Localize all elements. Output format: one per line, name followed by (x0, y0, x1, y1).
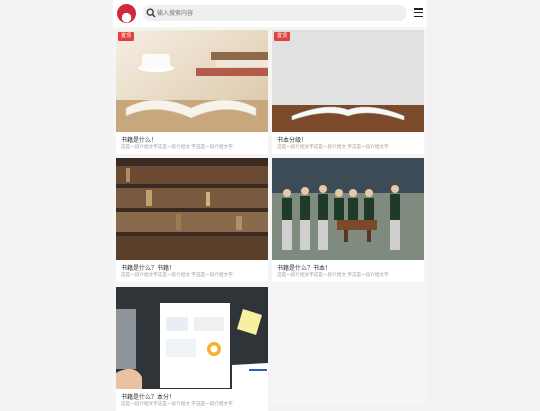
top-bar (113, 0, 427, 27)
article-title: 书籍是什么？本分！ (121, 394, 176, 401)
menu-icon[interactable] (414, 8, 423, 18)
pinned-badge: 置顶 (274, 32, 291, 41)
article-title: 书籍是什么？书本！ (277, 265, 332, 272)
search-bar[interactable] (143, 5, 407, 21)
article-image (116, 287, 268, 389)
pinned-badge: 置顶 (118, 32, 135, 41)
logo[interactable] (117, 4, 136, 23)
article-title: 书籍是什么！ (121, 137, 158, 144)
page: 置顶 书籍是什么！ 这是一段介绍文字这是一段介绍文 字这是一段介绍文字 置顶 书… (113, 0, 427, 411)
article-title: 书本分级！ (277, 137, 308, 144)
article-image (272, 158, 424, 260)
article-description: 这是一段介绍文字这是一段介绍文 字这是一段介绍文字 (277, 273, 389, 278)
article-card[interactable]: 置顶 书本分级！ 这是一段介绍文字这是一段介绍文 字这是一段介绍文字 (272, 30, 424, 154)
search-input[interactable] (157, 5, 397, 21)
article-card[interactable]: 书籍是什么？本分！ 这是一段介绍文字这是一段介绍文 字这是一段介绍文字 (116, 287, 268, 411)
search-icon[interactable] (146, 8, 156, 18)
article-description: 这是一段介绍文字这是一段介绍文 字这是一段介绍文字 (121, 145, 233, 150)
article-description: 这是一段介绍文字这是一段介绍文 字这是一段介绍文字 (121, 273, 233, 278)
article-card[interactable]: 书籍是什么？书籍！ 这是一段介绍文字这是一段介绍文 字这是一段介绍文字 (116, 158, 268, 282)
article-image (116, 158, 268, 260)
article-description: 这是一段介绍文字这是一段介绍文 字这是一段介绍文字 (121, 402, 233, 407)
article-card[interactable]: 书籍是什么？书本！ 这是一段介绍文字这是一段介绍文 字这是一段介绍文字 (272, 158, 424, 282)
article-title: 书籍是什么？书籍！ (121, 265, 176, 272)
article-image (272, 30, 424, 132)
article-description: 这是一段介绍文字这是一段介绍文 字这是一段介绍文字 (277, 145, 389, 150)
article-image (116, 30, 268, 132)
article-card[interactable]: 置顶 书籍是什么！ 这是一段介绍文字这是一段介绍文 字这是一段介绍文字 (116, 30, 268, 154)
